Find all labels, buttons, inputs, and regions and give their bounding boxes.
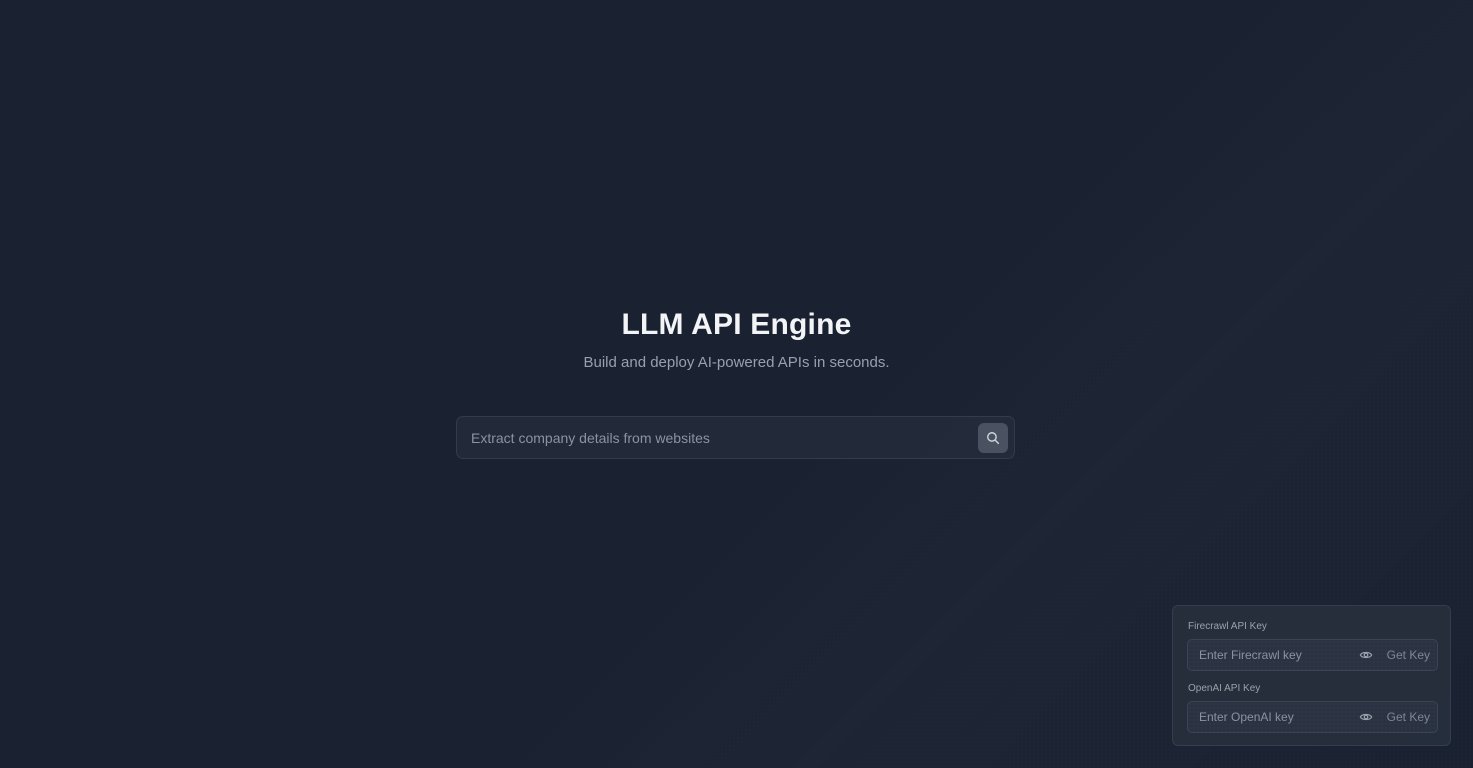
openai-get-key-link[interactable]: Get Key bbox=[1387, 710, 1430, 724]
page-subtitle: Build and deploy AI-powered APIs in seco… bbox=[583, 354, 890, 371]
search-button[interactable] bbox=[978, 423, 1008, 453]
search-box bbox=[456, 416, 1015, 459]
openai-key-visibility-toggle[interactable] bbox=[1358, 709, 1374, 725]
eye-icon bbox=[1359, 651, 1373, 659]
openai-key-label: OpenAI API Key bbox=[1188, 683, 1261, 694]
firecrawl-key-input[interactable] bbox=[1188, 640, 1353, 670]
page-title: LLM API Engine bbox=[621, 308, 852, 341]
firecrawl-get-key-link[interactable]: Get Key bbox=[1387, 648, 1430, 662]
firecrawl-key-label: Firecrawl API Key bbox=[1188, 621, 1267, 632]
firecrawl-key-row: Get Key bbox=[1187, 639, 1438, 671]
search-input[interactable] bbox=[457, 417, 967, 458]
eye-icon bbox=[1359, 713, 1373, 721]
search-icon bbox=[987, 432, 1000, 445]
openai-key-row: Get Key bbox=[1187, 701, 1438, 733]
openai-key-input[interactable] bbox=[1188, 702, 1353, 732]
api-keys-panel: Firecrawl API Key Get Key OpenAI API Key… bbox=[1172, 605, 1451, 746]
firecrawl-key-visibility-toggle[interactable] bbox=[1358, 647, 1374, 663]
hero-section: LLM API Engine Build and deploy AI-power… bbox=[0, 306, 1473, 373]
